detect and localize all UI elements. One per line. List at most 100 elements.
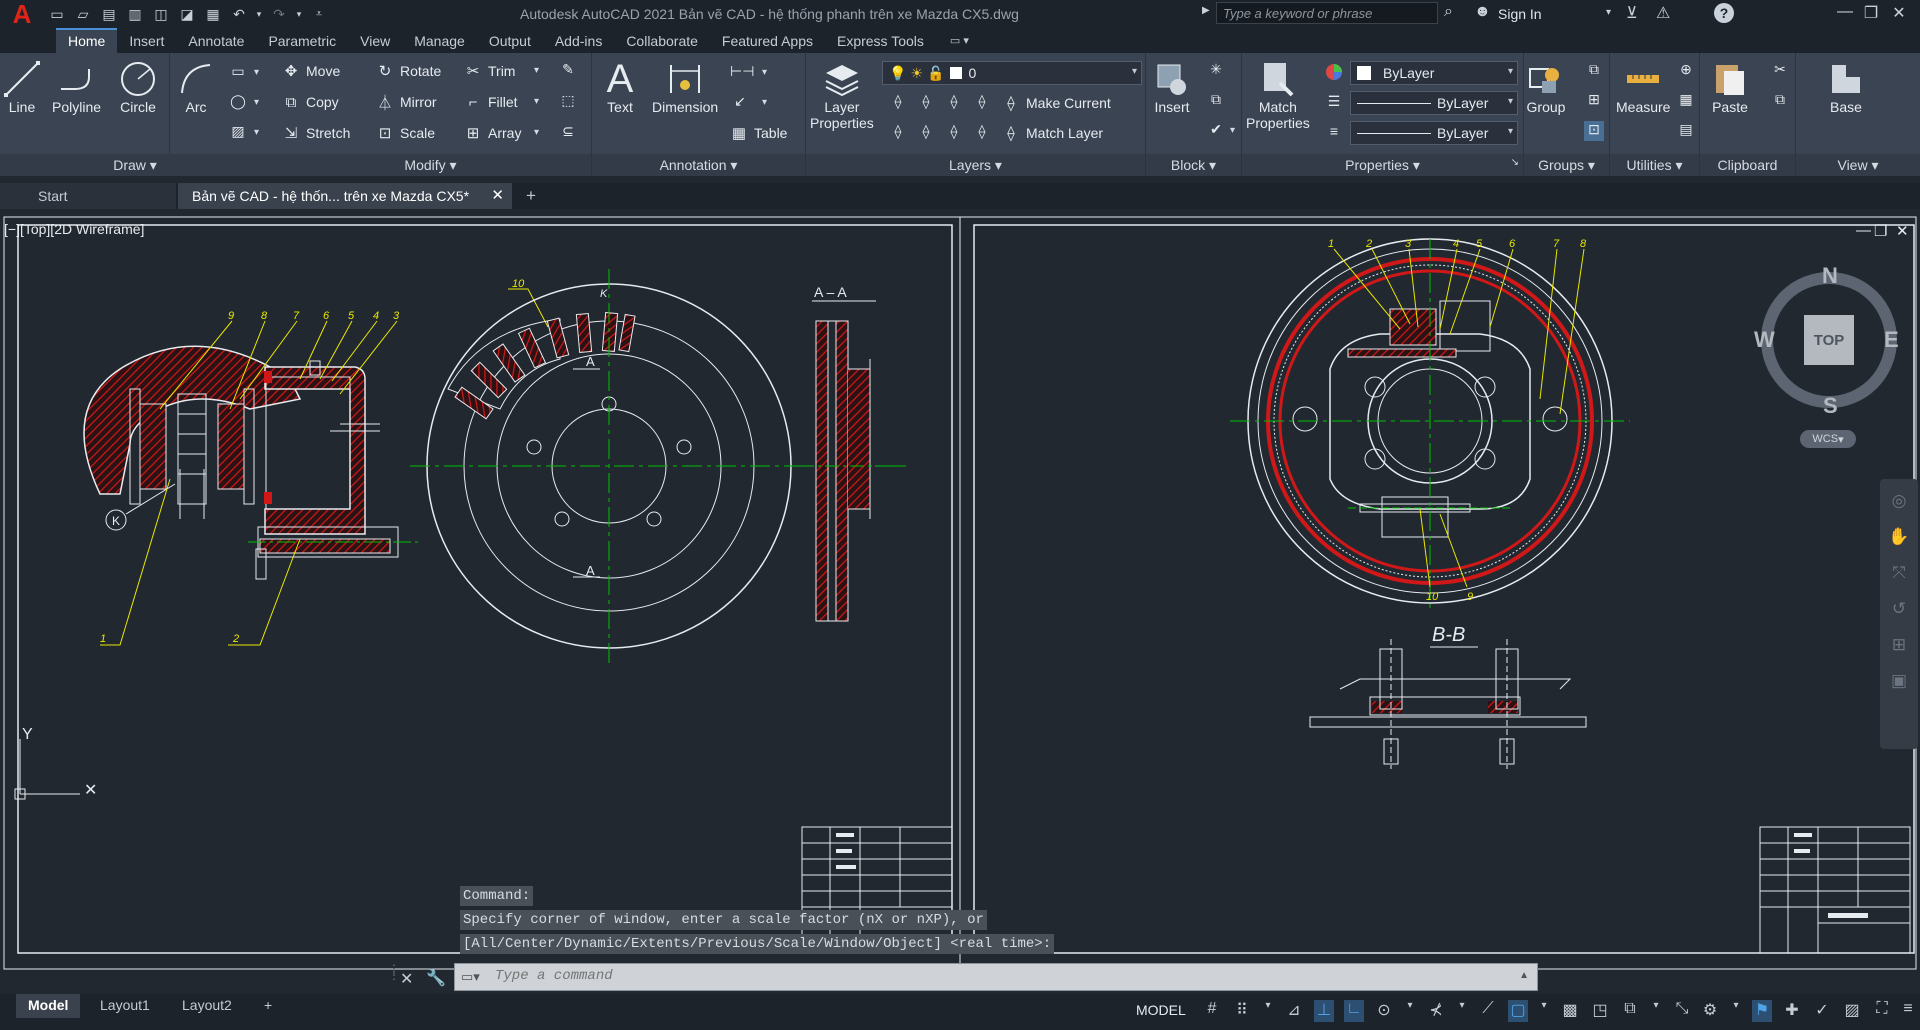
ortho-icon[interactable]: ⊥ xyxy=(1314,1000,1334,1022)
transparency-dropdown-icon[interactable]: ▾ xyxy=(1534,1000,1554,1022)
workspace-icon[interactable]: ⚙ xyxy=(1700,1000,1720,1022)
layer-dropdown[interactable]: 💡 ☀ 🔓 0 ▾ xyxy=(882,61,1142,85)
close-icon[interactable]: ✕ xyxy=(1886,3,1912,23)
hatch-dropdown-icon[interactable]: ▾ xyxy=(254,127,259,138)
copy-clip-icon[interactable]: ⧉ xyxy=(1770,91,1790,111)
layer-unisolate-icon[interactable]: ⟠ xyxy=(916,123,936,143)
group-edit-icon[interactable]: ⊞ xyxy=(1584,91,1604,111)
drawing-viewport[interactable]: K 9 8 7 6 5 4 3 1 2 10 A A K A – A 1 2 3… xyxy=(0,209,1920,994)
utilities-panel-title[interactable]: Utilities ▾ xyxy=(1610,154,1699,176)
compass-south[interactable]: S xyxy=(1823,393,1838,419)
annotation-panel-title[interactable]: Annotation ▾ xyxy=(592,154,805,176)
navbar-options-icon[interactable]: ▣ xyxy=(1888,671,1910,693)
command-line-close-icon[interactable]: ✕ xyxy=(400,969,413,989)
cart-icon[interactable]: ⊻ xyxy=(1626,3,1638,23)
paste-button[interactable]: Paste xyxy=(1710,59,1750,115)
view-panel-title[interactable]: View ▾ xyxy=(1796,154,1920,176)
layer-thaw-all-icon[interactable]: ⟠ xyxy=(944,123,964,143)
edit-block-icon[interactable]: ⧉ xyxy=(1206,91,1226,111)
search-input[interactable]: Type a keyword or phrase xyxy=(1216,2,1438,24)
object-snap-icon[interactable]: ▢ xyxy=(1508,1000,1528,1022)
viewcube[interactable]: TOP N S E W xyxy=(1754,263,1902,418)
layer-unlock-all-icon[interactable]: ⟠ xyxy=(972,123,992,143)
group-button[interactable]: Group xyxy=(1526,59,1566,115)
help-icon[interactable]: ? xyxy=(1714,3,1734,23)
color-dropdown[interactable]: ByLayer ▾ xyxy=(1350,61,1518,85)
linear-dimension-icon[interactable]: ⊢⊣ xyxy=(730,63,754,83)
autocad-logo-icon[interactable]: A xyxy=(0,0,44,29)
close-tab-icon[interactable]: ✕ xyxy=(491,186,504,204)
snap-icon[interactable]: ⠿ xyxy=(1232,1000,1252,1022)
object-snap-tracking-icon[interactable]: ⊀ xyxy=(1426,1000,1446,1022)
linetype-icon[interactable]: ≡ xyxy=(1324,123,1344,143)
model-space-toggle[interactable]: MODEL xyxy=(1136,1002,1186,1018)
properties-panel-title[interactable]: Properties ▾ ↘ xyxy=(1242,154,1523,176)
showmotion-icon[interactable]: ⊞ xyxy=(1888,635,1910,657)
command-line-customize-icon[interactable]: 🔧 xyxy=(426,968,446,988)
compass-north[interactable]: N xyxy=(1822,263,1838,289)
draw-panel-title[interactable]: Draw ▾ xyxy=(0,154,270,176)
circle-button[interactable]: Circle xyxy=(118,59,158,115)
command-input[interactable] xyxy=(495,968,1475,984)
sign-in-button[interactable]: Sign In xyxy=(1498,6,1542,22)
table-button[interactable]: ▦ Table xyxy=(728,122,788,144)
save-as-icon[interactable]: ▥ xyxy=(124,3,146,25)
customization-menu-icon[interactable]: ≡ xyxy=(1898,1000,1918,1022)
tab-view[interactable]: View xyxy=(348,30,402,53)
erase-icon[interactable]: ✎ xyxy=(558,61,578,81)
cut-icon[interactable]: ✂ xyxy=(1770,61,1790,81)
3d-osnap-icon[interactable]: ⧉ xyxy=(1620,1000,1640,1022)
scale-button[interactable]: ⊡ Scale xyxy=(374,122,435,144)
make-current-button[interactable]: ⟠ Make Current xyxy=(1000,92,1111,114)
user-icon[interactable]: ☻ xyxy=(1474,3,1491,21)
polar-tracking-icon[interactable]: ∟ xyxy=(1344,1000,1364,1022)
array-dropdown-icon[interactable]: ▾ xyxy=(534,127,539,138)
mirror-button[interactable]: ⏃ Mirror xyxy=(374,91,436,113)
workspace-dropdown-icon[interactable]: ▾ xyxy=(1726,1000,1746,1022)
pan-icon[interactable]: ✋ xyxy=(1888,527,1910,549)
move-button[interactable]: ✥ Move xyxy=(280,60,341,82)
rotate-button[interactable]: ↻ Rotate xyxy=(374,60,442,82)
dimension-button[interactable]: Dimension xyxy=(652,59,718,115)
block-panel-title[interactable]: Block ▾ xyxy=(1146,154,1241,176)
layer-lock-icon[interactable]: ⟠ xyxy=(972,93,992,113)
ellipse-dropdown-icon[interactable]: ▾ xyxy=(254,97,259,108)
minimize-icon[interactable]: — xyxy=(1832,3,1858,21)
tab-layout1[interactable]: Layout1 xyxy=(88,994,162,1018)
leader-icon[interactable]: ↙ xyxy=(730,93,750,113)
match-layer-button[interactable]: ⟠ Match Layer xyxy=(1000,122,1103,144)
trim-button[interactable]: ✂ Trim xyxy=(462,60,516,82)
ungroup-icon[interactable]: ⧉ xyxy=(1584,61,1604,81)
save-icon[interactable]: ▤ xyxy=(98,3,120,25)
viewport-close-icon[interactable]: ✕ xyxy=(1896,222,1909,240)
tab-add-ins[interactable]: Add-ins xyxy=(543,30,614,53)
lock-ui-icon[interactable]: ▨ xyxy=(1842,1000,1862,1022)
tab-collaborate[interactable]: Collaborate xyxy=(614,30,710,53)
text-button[interactable]: A Text xyxy=(600,57,640,116)
new-layout-icon[interactable]: + xyxy=(252,994,284,1018)
properties-launcher-icon[interactable]: ↘ xyxy=(1511,157,1519,168)
explode-icon[interactable]: ⬚ xyxy=(558,92,578,112)
match-properties-button[interactable]: Match Properties xyxy=(1246,59,1310,131)
selection-cycling-icon[interactable]: ◳ xyxy=(1590,1000,1610,1022)
viewport-controls-label[interactable]: [−][Top][2D Wireframe] xyxy=(4,221,144,237)
autodesk-exchange-icon[interactable]: ⚠ xyxy=(1656,3,1670,23)
tab-annotate[interactable]: Annotate xyxy=(176,30,256,53)
search-expand-icon[interactable]: ▶ xyxy=(1202,5,1210,16)
lineweight-dropdown[interactable]: ByLayer ▾ xyxy=(1350,91,1518,115)
leader-dropdown-icon[interactable]: ▾ xyxy=(762,97,767,108)
linear-dimension-dropdown-icon[interactable]: ▾ xyxy=(762,67,767,78)
clipboard-panel-title[interactable]: Clipboard xyxy=(1700,154,1795,176)
grid-icon[interactable]: # xyxy=(1202,1000,1222,1022)
snap-dropdown-icon[interactable]: ▾ xyxy=(1258,1000,1278,1022)
offset-icon[interactable]: ⊆ xyxy=(558,123,578,143)
copy-button[interactable]: ⧉ Copy xyxy=(280,91,339,113)
tab-layout2[interactable]: Layout2 xyxy=(170,994,244,1018)
new-file-icon[interactable]: ▭ xyxy=(46,3,68,25)
modify-panel-title[interactable]: Modify ▾ xyxy=(270,154,591,176)
tab-express-tools[interactable]: Express Tools xyxy=(825,30,936,53)
quick-select-icon[interactable]: ⊕ xyxy=(1676,61,1696,81)
redo-icon[interactable]: ↷ xyxy=(268,3,290,25)
open-web-icon[interactable]: ◫ xyxy=(150,3,172,25)
select-all-icon[interactable]: ▦ xyxy=(1676,91,1696,111)
